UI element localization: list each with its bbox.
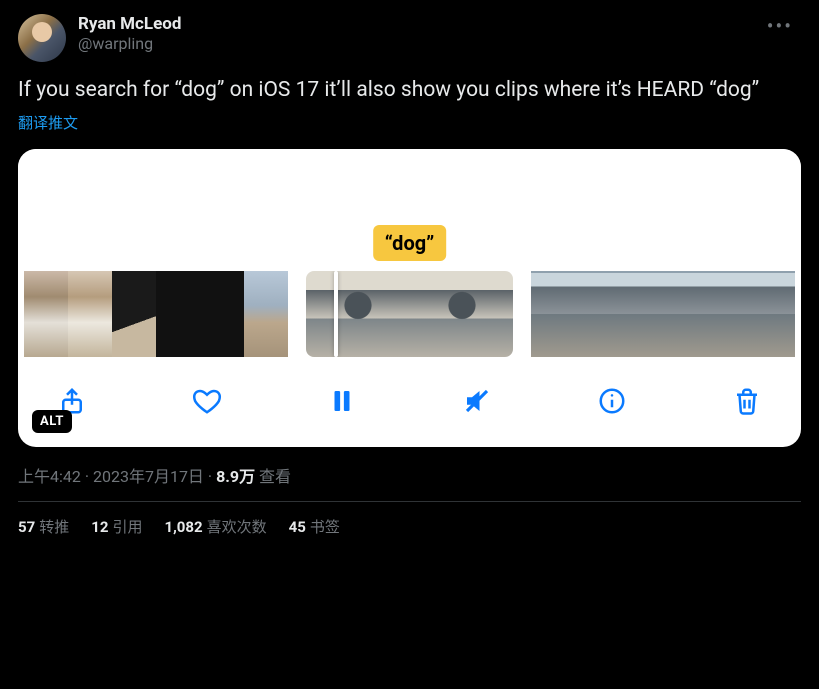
tweet-header: Ryan McLeod @warpling •••	[18, 14, 801, 62]
info-button[interactable]	[592, 381, 632, 421]
author-handle[interactable]: @warpling	[78, 34, 181, 53]
like-button[interactable]	[187, 381, 227, 421]
heart-icon	[192, 386, 222, 416]
thumbnail	[707, 271, 751, 357]
media-toolbar	[18, 357, 801, 447]
alt-badge[interactable]: ALT	[32, 410, 72, 433]
divider	[18, 501, 801, 502]
author-block: Ryan McLeod @warpling	[78, 14, 181, 53]
tweet-text: If you search for “dog” on iOS 17 it’ll …	[18, 76, 801, 104]
thumbnail	[663, 271, 707, 357]
pause-button[interactable]	[322, 381, 362, 421]
thumbnail	[410, 271, 513, 357]
engagement-stats: 57转推 12引用 1,082喜欢次数 45书签	[18, 516, 801, 537]
media-attachment[interactable]: “dog”	[18, 149, 801, 447]
retweets-stat[interactable]: 57转推	[18, 516, 69, 537]
thumbnail	[244, 271, 288, 357]
delete-button[interactable]	[727, 381, 767, 421]
thumbnail	[575, 271, 619, 357]
info-icon	[597, 386, 627, 416]
likes-stat[interactable]: 1,082喜欢次数	[164, 516, 266, 537]
thumbnail	[24, 271, 68, 357]
thumbnail	[531, 271, 575, 357]
tweet-time[interactable]: 上午4:42	[18, 467, 81, 486]
thumbnail	[200, 271, 244, 357]
trash-icon	[732, 386, 762, 416]
thumbnail	[68, 271, 112, 357]
quotes-stat[interactable]: 12引用	[91, 516, 142, 537]
thumbnail	[619, 271, 663, 357]
thumbnail	[751, 271, 795, 357]
view-label: 查看	[255, 467, 291, 486]
clip-group-1	[24, 271, 288, 357]
tweet-date[interactable]: 2023年7月17日	[93, 467, 204, 486]
search-keyword-tag: “dog”	[373, 225, 447, 261]
thumbnail	[156, 271, 200, 357]
playhead[interactable]	[334, 271, 338, 357]
more-options-button[interactable]: •••	[759, 10, 801, 42]
tweet-meta: 上午4:42 · 2023年7月17日 · 8.9万 查看	[18, 463, 801, 487]
thumbnail	[306, 271, 410, 357]
thumbnail	[112, 271, 156, 357]
clip-group-3	[531, 271, 795, 357]
bookmarks-stat[interactable]: 45书签	[289, 516, 340, 537]
tweet-container: Ryan McLeod @warpling ••• If you search …	[0, 0, 819, 547]
view-count: 8.9万	[216, 467, 255, 486]
speaker-muted-icon	[462, 386, 492, 416]
avatar[interactable]	[18, 14, 66, 62]
pause-icon	[327, 386, 357, 416]
mute-button[interactable]	[457, 381, 497, 421]
translate-link[interactable]: 翻译推文	[18, 112, 78, 133]
author-name[interactable]: Ryan McLeod	[78, 14, 181, 34]
clip-group-2	[306, 271, 513, 357]
